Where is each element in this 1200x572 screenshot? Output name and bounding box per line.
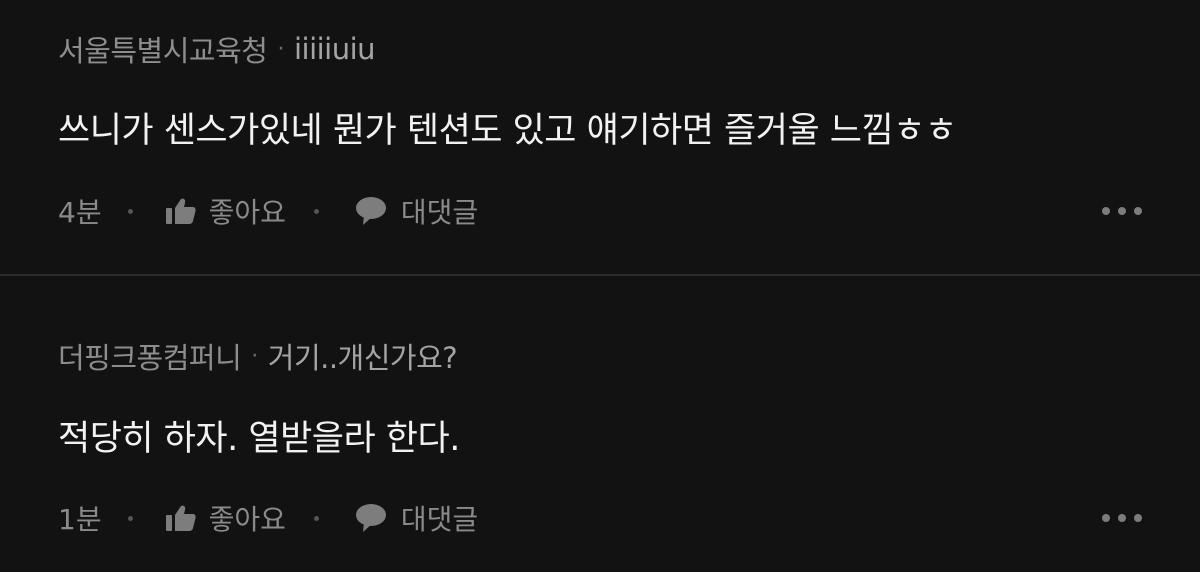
comment-actions: 1분 좋아요 대댓글 xyxy=(58,498,1142,538)
more-dots-icon-dot xyxy=(1134,514,1142,522)
reply-button[interactable]: 대댓글 xyxy=(355,498,478,538)
action-separator xyxy=(127,208,133,214)
speech-bubble-icon xyxy=(355,503,387,533)
more-dots-icon-dot xyxy=(1118,207,1126,215)
more-options-button[interactable] xyxy=(1102,191,1142,231)
reply-button[interactable]: 대댓글 xyxy=(355,191,478,231)
action-separator xyxy=(127,515,133,521)
author-company[interactable]: 더핑크퐁컴퍼니 xyxy=(58,335,242,377)
like-label: 좋아요 xyxy=(208,503,286,536)
action-separator xyxy=(313,515,319,521)
comment-author-line: 더핑크퐁컴퍼니 · 거기..개신가요? xyxy=(58,335,458,377)
comment-author-line: 서울특별시교육청 · iiiiiuiu xyxy=(58,28,376,70)
action-separator xyxy=(313,208,319,214)
thumbs-up-icon xyxy=(165,504,197,532)
more-dots-icon xyxy=(1102,514,1110,522)
reply-label: 대댓글 xyxy=(400,196,479,229)
more-dots-icon-dot xyxy=(1134,207,1142,215)
more-dots-icon xyxy=(1102,207,1110,215)
comment-time: 1분 xyxy=(58,503,102,536)
more-dots-icon-dot xyxy=(1118,514,1126,522)
comment-text: 쓰니가 센스가있네 뭔가 텐션도 있고 얘기하면 즐거울 느낌ㅎㅎ xyxy=(58,111,957,151)
like-button[interactable]: 좋아요 xyxy=(165,498,286,538)
like-label: 좋아요 xyxy=(208,196,286,229)
reply-label: 대댓글 xyxy=(400,503,479,536)
speech-bubble-icon xyxy=(355,196,387,226)
author-company[interactable]: 서울특별시교육청 xyxy=(58,28,268,70)
more-options-button[interactable] xyxy=(1102,498,1142,538)
author-separator: · xyxy=(277,36,284,62)
like-button[interactable]: 좋아요 xyxy=(165,191,286,231)
author-nickname[interactable]: iiiiiuiu xyxy=(294,32,376,66)
comment-text: 적당히 하자. 열받을라 한다. xyxy=(58,419,460,459)
author-separator: · xyxy=(251,343,258,369)
comment-divider xyxy=(0,274,1200,276)
thumbs-up-icon xyxy=(165,197,197,225)
author-nickname[interactable]: 거기..개신가요? xyxy=(268,335,458,377)
comment-time: 4분 xyxy=(58,196,102,229)
comment-actions: 4분 좋아요 대댓글 xyxy=(58,191,1142,231)
